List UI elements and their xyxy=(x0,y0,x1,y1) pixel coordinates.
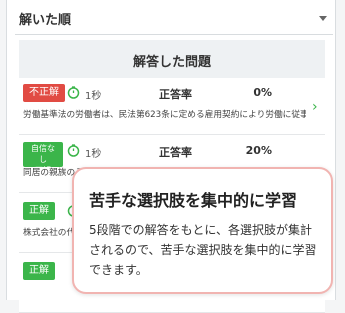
answer-time: 1秒 xyxy=(85,91,102,102)
answer-time: 1秒 xyxy=(85,149,102,160)
unsure-correct-badge: 自信なし 正解 xyxy=(23,142,63,175)
feature-callout: 苦手な選択肢を集中的に学習 5段階での解答をもとに、各選択肢が集計されるので、苦… xyxy=(72,167,333,294)
correct-rate-value: 0% xyxy=(253,86,272,99)
timer-icon xyxy=(67,144,80,157)
correct-badge: 正解 xyxy=(23,202,55,220)
badge-line-unsure: 自信なし xyxy=(31,144,55,164)
incorrect-badge: 不正解 xyxy=(23,84,65,102)
chevron-right-icon[interactable]: › xyxy=(312,100,322,114)
callout-body: 5段階での解答をもとに、各選択肢が集計されるので、苦手な選択肢を集中的に学習でき… xyxy=(89,223,317,277)
question-text: 労働基準法の労働者は、民法第623条に定める雇用契約により労働に従事する者がこれ… xyxy=(23,110,306,120)
correct-rate-label: 正答率 xyxy=(159,146,192,159)
correct-rate-label: 正答率 xyxy=(159,88,192,101)
sort-dropdown[interactable]: 解いた順 xyxy=(15,0,333,35)
correct-rate-value: 20% xyxy=(245,144,272,157)
dropdown-caret-icon xyxy=(319,16,327,21)
answered-questions-header: 解答した問題 xyxy=(19,40,325,78)
sort-label: 解いた順 xyxy=(19,13,72,28)
section-title: 解答した問題 xyxy=(132,55,211,70)
callout-title: 苦手な選択肢を集中的に学習 xyxy=(89,191,298,210)
timer-icon xyxy=(67,86,80,99)
correct-badge: 正解 xyxy=(23,262,55,280)
question-row[interactable]: 不正解 1秒 正答率 0% 労働基準法の労働者は、民法第623条に定める雇用契約… xyxy=(19,78,325,135)
